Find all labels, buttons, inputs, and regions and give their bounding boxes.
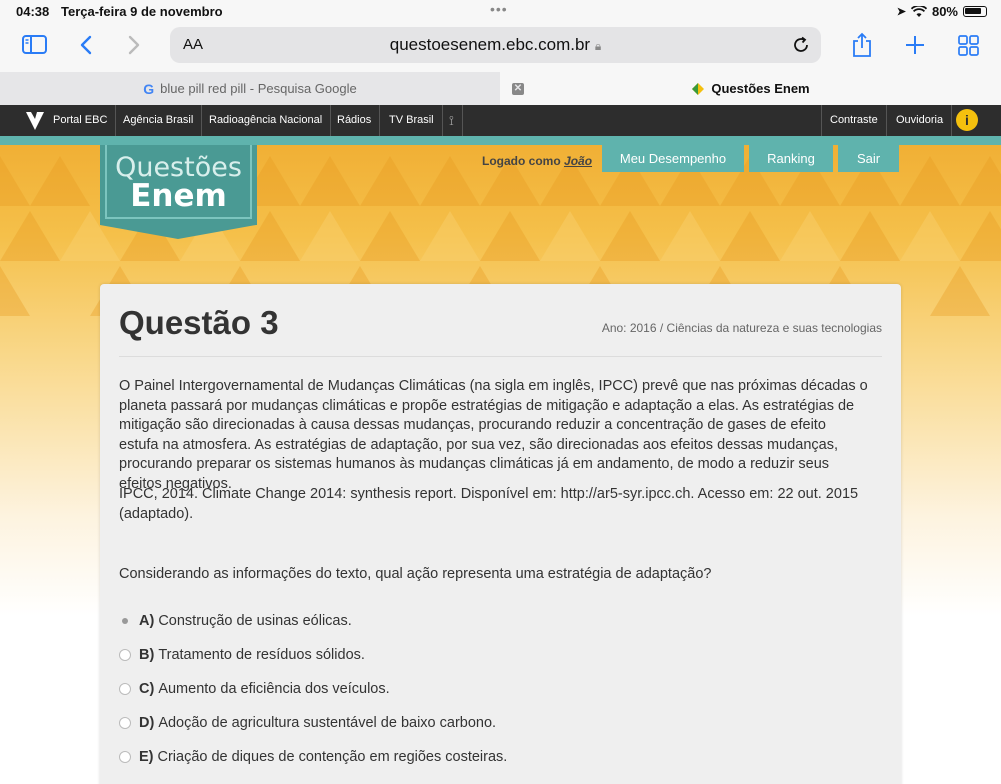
radio-c[interactable] [119,683,131,695]
radio-e[interactable] [119,751,131,763]
address-bar[interactable]: AA questoesenem.ebc.com.br 🔒︎ [170,27,821,63]
battery-icon [963,6,987,17]
option-letter: A) [139,613,155,629]
tab-title: blue pill red pill - Pesquisa Google [160,81,357,96]
nav-agencia-brasil[interactable]: Agência Brasil [115,105,203,136]
close-tab-icon[interactable]: ✕ [512,83,524,95]
tab-questoes-enem[interactable]: ✕ Questões Enem [500,72,1001,105]
nav-tv-brasil[interactable]: TV Brasil [381,105,443,136]
tab-google-search[interactable]: G blue pill red pill - Pesquisa Google [0,72,500,105]
location-icon: ➤ [896,6,906,18]
header-teal-strip [0,136,1001,145]
reload-icon[interactable] [791,35,811,55]
status-time: 04:38 [16,4,50,19]
question-meta: Ano: 2016 / Ciências da natureza e suas … [601,321,882,335]
status-right: ➤ 80% [897,4,987,19]
option-text: Adoção de agricultura sustentável de bai… [158,715,497,731]
option-text: Aumento da eficiência dos veículos. [158,681,390,697]
tab-title: Questões Enem [711,81,810,96]
logo-text-line2: Enem [130,178,227,214]
nav-radioagencia-nacional[interactable]: Radioagência Nacional [201,105,332,136]
radio-a[interactable] [119,615,131,627]
option-letter: B) [139,647,155,663]
multitasking-dots-icon[interactable]: ••• [490,1,508,17]
page-content: Questões Enem Logado como João Meu Desem… [0,136,1001,784]
question-text: O Painel Intergovernamental de Mudanças … [119,378,868,492]
logged-prefix: Logado como [482,154,561,168]
nav-portal-ebc[interactable]: Portal EBC [45,105,117,136]
option-letter: E) [139,749,154,765]
wifi-icon [910,5,927,17]
nav-contraste[interactable]: Contraste [821,105,887,136]
tab-bar: G blue pill red pill - Pesquisa Google ✕… [0,72,1001,105]
option-d[interactable]: D) Adoção de agricultura sustentável de … [119,715,496,731]
ios-status-bar: 04:38 Terça-feira 9 de novembro ••• ➤ 80… [0,0,1001,22]
option-text: Criação de diques de contenção em regiõe… [157,749,508,765]
sair-button[interactable]: Sair [838,145,899,172]
lock-icon: 🔒︎ [594,39,602,53]
logged-in-status: Logado como João [482,154,592,168]
option-e[interactable]: E) Criação de diques de contenção em reg… [119,749,507,765]
forward-icon[interactable] [128,35,140,55]
option-text: Construção de usinas eólicas. [158,613,352,629]
option-b[interactable]: B) Tratamento de resíduos sólidos. [119,647,365,663]
radio-b[interactable] [119,649,131,661]
url-text: questoesenem.ebc.com.br 🔒︎ [389,35,602,54]
option-c[interactable]: C) Aumento da eficiência dos veículos. [119,681,390,697]
status-date: Terça-feira 9 de novembro [61,4,223,19]
sidebar-icon[interactable] [22,35,47,54]
question-card: Questão 3 Ano: 2016 / Ciências da nature… [100,284,901,784]
ebc-logo-icon[interactable] [24,109,46,131]
nav-ouvidoria[interactable]: Ouvidoria [888,105,953,136]
user-link[interactable]: João [564,154,592,168]
question-title: Questão 3 [119,304,279,341]
radio-d[interactable] [119,717,131,729]
questoes-enem-logo[interactable]: Questões Enem [100,145,257,225]
nav-radios[interactable]: Rádios [329,105,381,136]
ranking-button[interactable]: Ranking [749,145,833,172]
brazil-flag-icon [692,82,705,95]
back-icon[interactable] [80,35,92,55]
option-text: Tratamento de resíduos sólidos. [158,647,365,663]
option-letter: D) [139,715,155,731]
new-tab-icon[interactable] [905,35,925,55]
option-letter: C) [139,681,155,697]
question-source: IPCC, 2014. Climate Change 2014: synthes… [119,486,859,522]
google-icon: G [143,80,155,97]
tabs-overview-icon[interactable] [958,35,979,56]
rss-icon[interactable]: ⟟ [441,105,463,136]
info-icon[interactable]: i [956,109,978,131]
battery-percent: 80% [931,4,958,19]
share-icon[interactable] [852,32,872,58]
question-prompt: Considerando as informações do texto, qu… [119,566,712,582]
browser-toolbar: AA questoesenem.ebc.com.br 🔒︎ [0,22,1001,72]
logo-ribbon-tip [100,225,256,239]
meu-desempenho-button[interactable]: Meu Desempenho [602,145,744,172]
ebc-nav-bar: Portal EBC Agência Brasil Radioagência N… [0,105,1001,136]
option-a[interactable]: A) Construção de usinas eólicas. [119,613,352,629]
divider [119,356,882,357]
